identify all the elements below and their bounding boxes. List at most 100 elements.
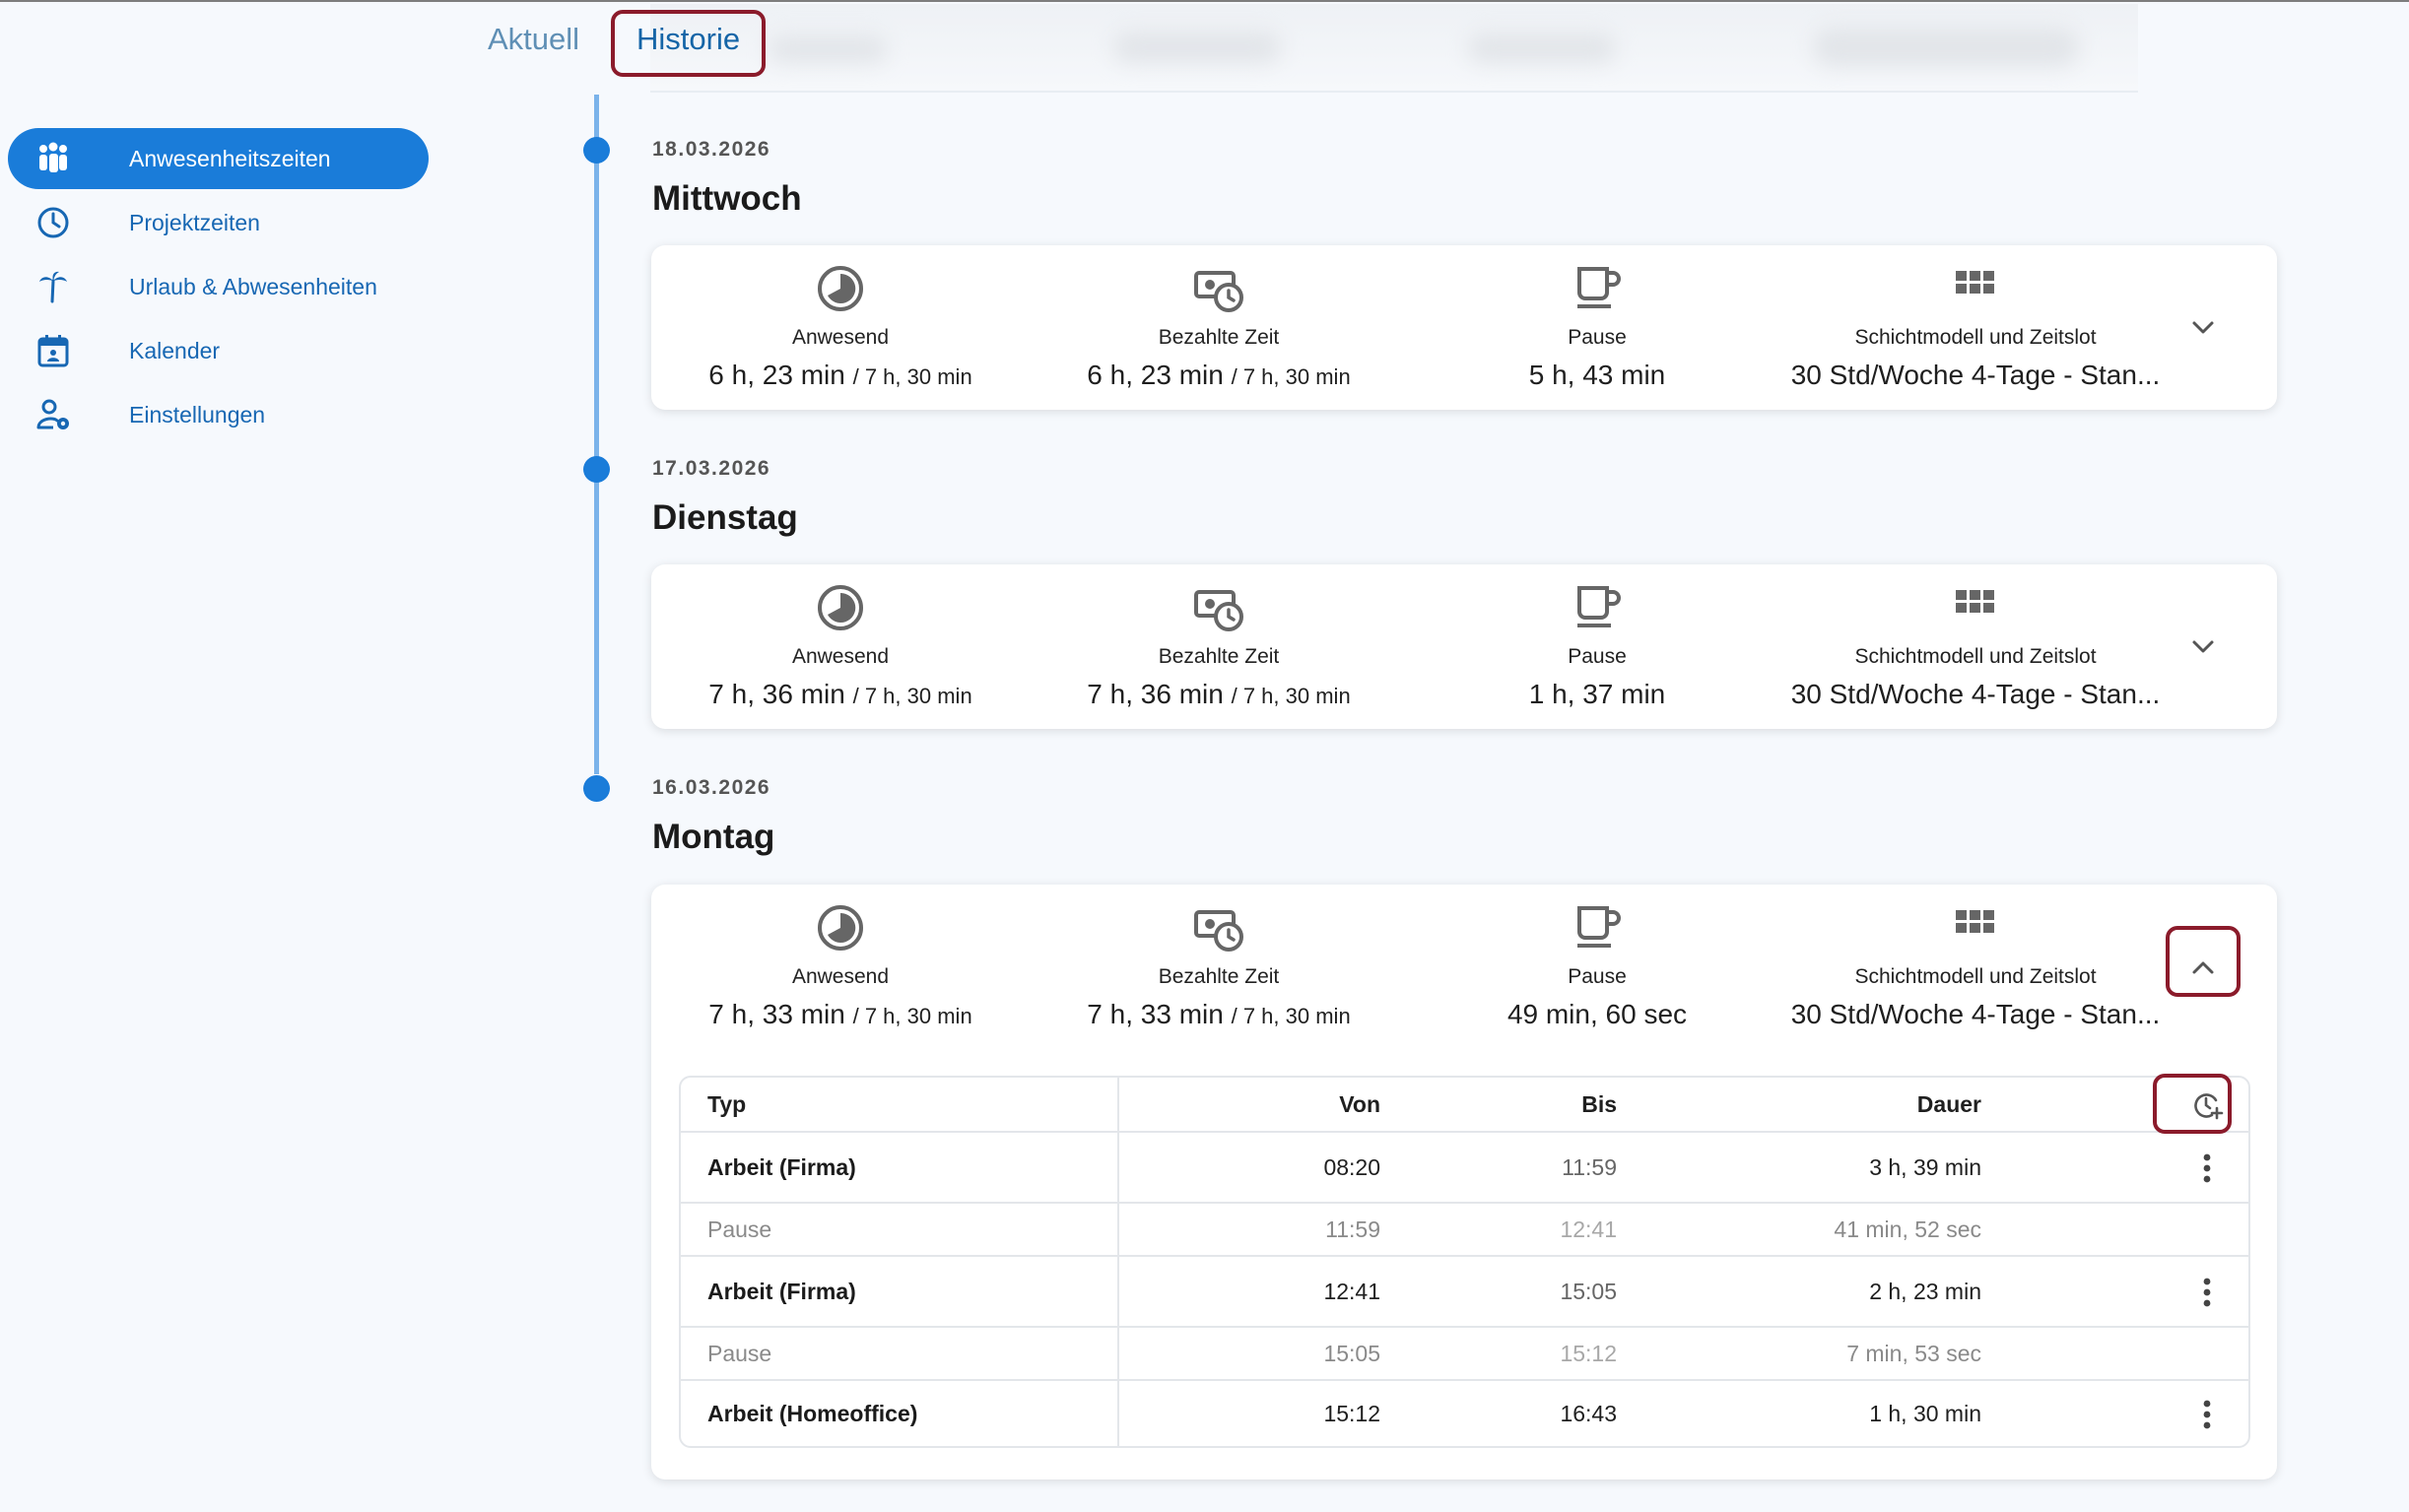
grid-icon bbox=[1956, 271, 1994, 294]
more-options-icon[interactable] bbox=[2202, 1152, 2212, 1184]
highlight-box-add-entry bbox=[2153, 1074, 2232, 1134]
day-weekday: Mittwoch bbox=[652, 179, 802, 218]
stat-value: 7 h, 33 min / 7 h, 30 min bbox=[1030, 999, 1408, 1030]
cell-von: 11:59 bbox=[1325, 1216, 1380, 1242]
stat-value-target: / 7 h, 30 min bbox=[1231, 1004, 1351, 1028]
user-settings-icon bbox=[36, 399, 69, 429]
chevron-down-icon[interactable] bbox=[2183, 627, 2223, 667]
grid-icon bbox=[1956, 590, 1994, 613]
view-tabs: Aktuell Historie bbox=[0, 0, 2409, 95]
stat-label: Anwesend bbox=[791, 965, 890, 988]
sidebar-item-label: Projektzeiten bbox=[129, 209, 260, 235]
cell-typ: Pause bbox=[707, 1341, 772, 1366]
cell-typ: Pause bbox=[707, 1216, 772, 1242]
sidebar-item-urlaub[interactable]: Urlaub & Abwesenheiten bbox=[8, 256, 429, 317]
table-row[interactable]: Arbeit (Homeoffice) 15:12 16:43 1 h, 30 … bbox=[681, 1381, 2248, 1446]
day-date: 17.03.2026 bbox=[652, 457, 771, 480]
pie-clock-icon bbox=[818, 585, 863, 630]
timeline-line bbox=[594, 95, 599, 774]
stat-label: Pause bbox=[1568, 645, 1627, 668]
paid-time-icon bbox=[1194, 590, 1243, 631]
timeline-dot bbox=[583, 456, 610, 483]
stat-value: 7 h, 36 min / 7 h, 30 min bbox=[1030, 679, 1408, 710]
table-row-pause: Pause 11:59 12:41 41 min, 52 sec bbox=[681, 1204, 2248, 1257]
stat-value: 30 Std/Woche 4-Tage - Stan... bbox=[1790, 679, 2161, 709]
sidebar-item-label: Anwesenheitszeiten bbox=[129, 145, 331, 171]
cell-bis: 16:43 bbox=[1560, 1401, 1617, 1426]
column-header-von: Von bbox=[1339, 1091, 1380, 1117]
stat-anwesend: Anwesend 7 h, 36 min / 7 h, 30 min bbox=[651, 582, 1030, 710]
cell-von: 12:41 bbox=[1323, 1279, 1380, 1304]
sidebar-item-anwesenheitszeiten[interactable]: Anwesenheitszeiten bbox=[8, 128, 429, 189]
cell-dauer: 1 h, 30 min bbox=[1869, 1401, 1981, 1426]
stat-pause: Pause 5 h, 43 min bbox=[1408, 263, 1786, 391]
cell-von: 15:12 bbox=[1323, 1401, 1380, 1426]
palm-tree-icon bbox=[39, 271, 67, 303]
stat-schicht: Schichtmodell und Zeitslot 30 Std/Woche … bbox=[1786, 263, 2165, 391]
stat-value: 7 h, 33 min / 7 h, 30 min bbox=[651, 999, 1030, 1030]
stat-value-main: 6 h, 23 min bbox=[1087, 360, 1224, 390]
stat-value: 30 Std/Woche 4-Tage - Stan... bbox=[1790, 360, 2161, 390]
sidebar-item-projektzeiten[interactable]: Projektzeiten bbox=[8, 192, 429, 253]
stat-label: Anwesend bbox=[791, 326, 890, 349]
cell-dauer: 2 h, 23 min bbox=[1869, 1279, 1981, 1304]
clock-icon bbox=[37, 207, 69, 238]
table-row[interactable]: Arbeit (Firma) 12:41 15:05 2 h, 23 min bbox=[681, 1257, 2248, 1328]
cell-dauer: 7 min, 53 sec bbox=[1846, 1341, 1981, 1366]
coffee-cup-icon bbox=[1577, 906, 1621, 948]
sidebar-item-kalender[interactable]: Kalender bbox=[8, 320, 429, 381]
stat-bezahlt: Bezahlte Zeit 6 h, 23 min / 7 h, 30 min bbox=[1030, 263, 1408, 391]
table-row[interactable]: Arbeit (Firma) 08:20 11:59 3 h, 39 min bbox=[681, 1133, 2248, 1204]
stat-pause: Pause 49 min, 60 sec bbox=[1408, 902, 1786, 1030]
pie-clock-icon bbox=[818, 266, 863, 311]
cell-dauer: 3 h, 39 min bbox=[1869, 1154, 1981, 1180]
day-date: 16.03.2026 bbox=[652, 776, 771, 799]
calendar-icon bbox=[37, 335, 69, 367]
paid-time-icon bbox=[1194, 910, 1243, 952]
timeline-dot bbox=[583, 775, 610, 802]
stat-value: 5 h, 43 min bbox=[1528, 360, 1666, 390]
stat-label: Schichtmodell und Zeitslot bbox=[1854, 326, 2097, 349]
more-options-icon[interactable] bbox=[2202, 1277, 2212, 1308]
table-header-row: Typ Von Bis Dauer bbox=[681, 1078, 2248, 1133]
stat-value-target: / 7 h, 30 min bbox=[852, 364, 972, 389]
cell-dauer: 41 min, 52 sec bbox=[1834, 1216, 1981, 1242]
stat-value-main: 7 h, 36 min bbox=[708, 679, 845, 709]
stat-pause: Pause 1 h, 37 min bbox=[1408, 582, 1786, 710]
column-header-dauer: Dauer bbox=[1916, 1091, 1981, 1117]
stat-value-target: / 7 h, 30 min bbox=[852, 684, 972, 708]
stat-value-main: 6 h, 23 min bbox=[708, 360, 845, 390]
cell-typ: Arbeit (Firma) bbox=[707, 1279, 856, 1304]
stat-value-target: / 7 h, 30 min bbox=[852, 1004, 972, 1028]
cell-bis: 12:41 bbox=[1560, 1216, 1617, 1242]
stat-label: Pause bbox=[1568, 965, 1627, 988]
stat-schicht: Schichtmodell und Zeitslot 30 Std/Woche … bbox=[1786, 582, 2165, 710]
chevron-down-icon[interactable] bbox=[2183, 308, 2223, 348]
stat-value: 49 min, 60 sec bbox=[1506, 999, 1688, 1029]
coffee-cup-icon bbox=[1577, 267, 1621, 308]
stat-value: 1 h, 37 min bbox=[1528, 679, 1666, 709]
tab-aktuell[interactable]: Aktuell bbox=[488, 22, 579, 57]
stat-label: Bezahlte Zeit bbox=[1158, 326, 1280, 349]
cell-bis: 15:12 bbox=[1560, 1341, 1617, 1366]
stat-label: Anwesend bbox=[791, 645, 890, 668]
cell-typ: Arbeit (Homeoffice) bbox=[707, 1401, 918, 1426]
coffee-cup-icon bbox=[1577, 586, 1621, 627]
stat-label: Schichtmodell und Zeitslot bbox=[1854, 965, 2097, 988]
day-summary-card: Anwesend 7 h, 36 min / 7 h, 30 min Bezah… bbox=[651, 564, 2277, 729]
sidebar-item-label: Kalender bbox=[129, 337, 221, 363]
day-summary-card-expanded: Anwesend 7 h, 33 min / 7 h, 30 min Bezah… bbox=[651, 885, 2277, 1479]
cell-von: 15:05 bbox=[1323, 1341, 1380, 1366]
stat-value-target: / 7 h, 30 min bbox=[1231, 364, 1351, 389]
day-weekday: Dienstag bbox=[652, 498, 798, 537]
stat-value: 30 Std/Woche 4-Tage - Stan... bbox=[1790, 999, 2161, 1029]
stat-anwesend: Anwesend 6 h, 23 min / 7 h, 30 min bbox=[651, 263, 1030, 391]
more-options-icon[interactable] bbox=[2202, 1399, 2212, 1430]
highlight-box-historie bbox=[611, 10, 766, 77]
highlight-box-collapse bbox=[2166, 926, 2241, 997]
sidebar-item-einstellungen[interactable]: Einstellungen bbox=[8, 384, 429, 445]
stat-schicht: Schichtmodell und Zeitslot 30 Std/Woche … bbox=[1786, 902, 2165, 1030]
stat-value-target: / 7 h, 30 min bbox=[1231, 684, 1351, 708]
day-weekday: Montag bbox=[652, 818, 775, 856]
day-date: 18.03.2026 bbox=[652, 138, 771, 161]
